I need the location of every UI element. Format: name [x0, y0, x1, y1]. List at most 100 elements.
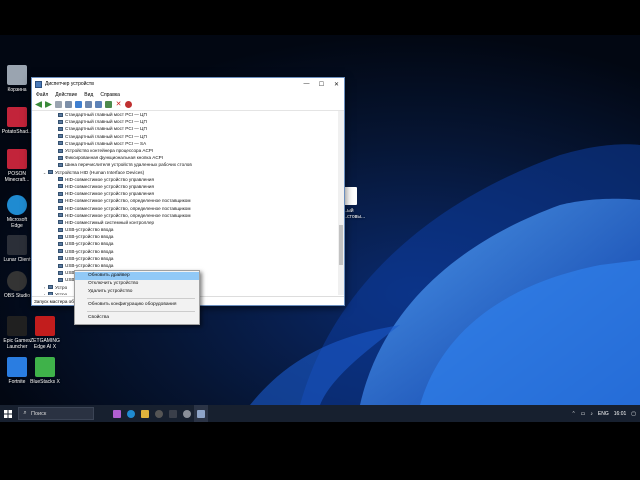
context-menu-item[interactable]: Удалить устройство — [75, 288, 199, 296]
tree-item[interactable]: HID-совместимый системный контроллер — [32, 219, 337, 226]
scrollbar-thumb[interactable] — [339, 225, 343, 265]
lunar-client-icon — [7, 235, 27, 255]
tree-item[interactable]: Стандартный главный мост PCI — ЦП — [32, 111, 337, 118]
chevron-right-icon[interactable]: › — [42, 285, 47, 290]
desktop-file-icon[interactable] — [343, 187, 357, 205]
tree-item[interactable]: Устройство контейнера процессора ACPI — [32, 147, 337, 154]
tree-item[interactable]: HID-совместимое устройство управления — [32, 176, 337, 183]
chevron-down-icon[interactable]: ⌄ — [42, 170, 47, 175]
computer-icon[interactable] — [65, 101, 72, 108]
chevron-right-icon[interactable]: › — [42, 292, 47, 295]
uninstall-icon[interactable]: ✕ — [115, 101, 122, 108]
menu-view[interactable]: Вид — [84, 92, 93, 98]
taskbar-app-device-manager[interactable] — [194, 405, 208, 422]
device-icon — [58, 234, 63, 239]
rar-archive-icon — [7, 107, 27, 127]
desktop-icon-potatoshad[interactable]: PotatoShad... — [0, 107, 34, 135]
tree-item[interactable]: HID-совместимое устройство, определенное… — [32, 204, 337, 211]
context-menu-item[interactable]: Обновить драйвер — [75, 272, 199, 280]
tree-item-label: Фиксированная функциональная кнопка ACPI — [65, 155, 164, 161]
clock[interactable]: 16:01 — [614, 411, 627, 417]
minimize-button[interactable]: — — [299, 78, 314, 90]
tree-item-label: USB-устройство ввода — [65, 255, 114, 261]
scan-hardware-icon[interactable] — [125, 101, 132, 108]
device-manager-icon — [197, 409, 205, 418]
properties-icon[interactable] — [55, 101, 62, 108]
close-button[interactable]: ✕ — [329, 78, 344, 90]
taskbar-app-settings[interactable] — [180, 405, 194, 422]
tree-item[interactable]: Стандартный главный мост PCI — SA — [32, 140, 337, 147]
tree-item[interactable]: HID-совместимое устройство управления — [32, 183, 337, 190]
help-icon[interactable] — [75, 101, 82, 108]
device-icon — [58, 162, 63, 167]
desktop-icon-lunar-client[interactable]: Lunar Client — [0, 235, 34, 263]
device-icon — [58, 213, 63, 218]
app-icon — [113, 409, 121, 418]
tree-item[interactable]: USB-устройство ввода — [32, 233, 337, 240]
context-menu-item[interactable]: Обновить конфигурацию оборудования — [75, 301, 199, 309]
tree-item[interactable]: HID-совместимое устройство, определенное… — [32, 197, 337, 204]
context-menu-item[interactable]: Отключить устройство — [75, 280, 199, 288]
menu-action[interactable]: Действие — [55, 92, 77, 98]
device-icon — [58, 177, 63, 182]
forward-arrow-icon[interactable] — [45, 101, 52, 108]
language-indicator[interactable]: ENG — [598, 411, 609, 417]
tree-item[interactable]: USB-устройство ввода — [32, 255, 337, 262]
toolbar: ✕ — [32, 99, 344, 111]
menu-help[interactable]: Справка — [100, 92, 120, 98]
recycle-bin-icon — [7, 65, 27, 85]
device-icon — [58, 141, 63, 146]
network-icon[interactable]: ▭ — [581, 411, 586, 417]
tree-item[interactable]: HID-совместимое устройство, определенное… — [32, 212, 337, 219]
taskbar-app-lunar[interactable] — [166, 405, 180, 422]
device-icon — [58, 198, 63, 203]
desktop-icon-bluestacks[interactable]: BlueStacks X — [28, 357, 62, 385]
desktop-icon-obs[interactable]: OBS Studio — [0, 271, 34, 299]
tree-item[interactable]: Шина перечислителя устройств удаленных р… — [32, 161, 337, 168]
desktop-icon-poson[interactable]: POSON Minecraft... — [0, 149, 34, 183]
title-bar[interactable]: Диспетчер устройств — ☐ ✕ — [32, 78, 344, 90]
device-tree[interactable]: Стандартный главный мост PCI — ЦП Стандар… — [32, 111, 337, 295]
back-arrow-icon[interactable] — [35, 101, 42, 108]
taskbar-app-obs[interactable] — [152, 405, 166, 422]
rar-archive-icon — [7, 149, 27, 169]
tree-item[interactable]: Фиксированная функциональная кнопка ACPI — [32, 154, 337, 161]
notifications-icon[interactable]: ▢ — [631, 411, 636, 417]
context-menu[interactable]: Обновить драйвер Отключить устройство Удал… — [74, 270, 200, 325]
tree-item[interactable]: Стандартный главный мост PCI — ЦП — [32, 133, 337, 140]
tree-item[interactable]: USB-устройство ввода — [32, 248, 337, 255]
menu-separator — [87, 298, 195, 299]
tree-item[interactable]: USB-устройство ввода — [32, 240, 337, 247]
tree-item-label: Стандартный главный мост PCI — ЦП — [65, 112, 147, 118]
tree-item[interactable]: Стандартный главный мост PCI — ЦП — [32, 118, 337, 125]
monitor-icon[interactable] — [95, 101, 102, 108]
volume-icon[interactable]: ♪ — [590, 411, 593, 417]
tree-item[interactable]: USB-устройство ввода — [32, 262, 337, 269]
tree-item[interactable]: USB-устройство ввода — [32, 226, 337, 233]
desktop-icon-edge[interactable]: Microsoft Edge — [0, 195, 34, 229]
maximize-button[interactable]: ☐ — [314, 78, 329, 90]
desktop-icon-recycle-bin[interactable]: Корзина — [0, 65, 34, 93]
tree-category[interactable]: ⌄ Устройства HID (Human Interface Devices… — [32, 169, 337, 176]
tree-item[interactable]: HID-совместимое устройство управления — [32, 190, 337, 197]
taskbar-app-1[interactable] — [110, 405, 124, 422]
taskbar-search-input[interactable]: ⌕ Поиск — [18, 407, 94, 420]
start-button[interactable] — [0, 405, 16, 422]
device-icon — [48, 170, 53, 175]
desktop-icon-label: BlueStacks X — [30, 379, 60, 385]
update-driver-icon[interactable] — [105, 101, 112, 108]
vertical-scrollbar[interactable] — [338, 111, 344, 295]
tree-item-label: HID-совместимое устройство управления — [65, 191, 154, 197]
tree-item[interactable]: Стандартный главный мост PCI — ЦП — [32, 125, 337, 132]
device-icon — [58, 206, 63, 211]
desktop-icon-zetgaming[interactable]: ZETGAMING Edge AI X — [28, 316, 62, 350]
menu-file[interactable]: Файл — [36, 92, 48, 98]
taskbar-app-explorer[interactable] — [138, 405, 152, 422]
device-icon — [58, 191, 63, 196]
menu-bar: Файл Действие Вид Справка — [32, 90, 344, 99]
view-icon[interactable] — [85, 101, 92, 108]
chevron-up-icon[interactable]: ⌃ — [571, 411, 575, 417]
taskbar-app-edge[interactable] — [124, 405, 138, 422]
context-menu-item[interactable]: Свойства — [75, 314, 199, 322]
tree-item-label: HID-совместимое устройство, определенное… — [65, 212, 191, 218]
